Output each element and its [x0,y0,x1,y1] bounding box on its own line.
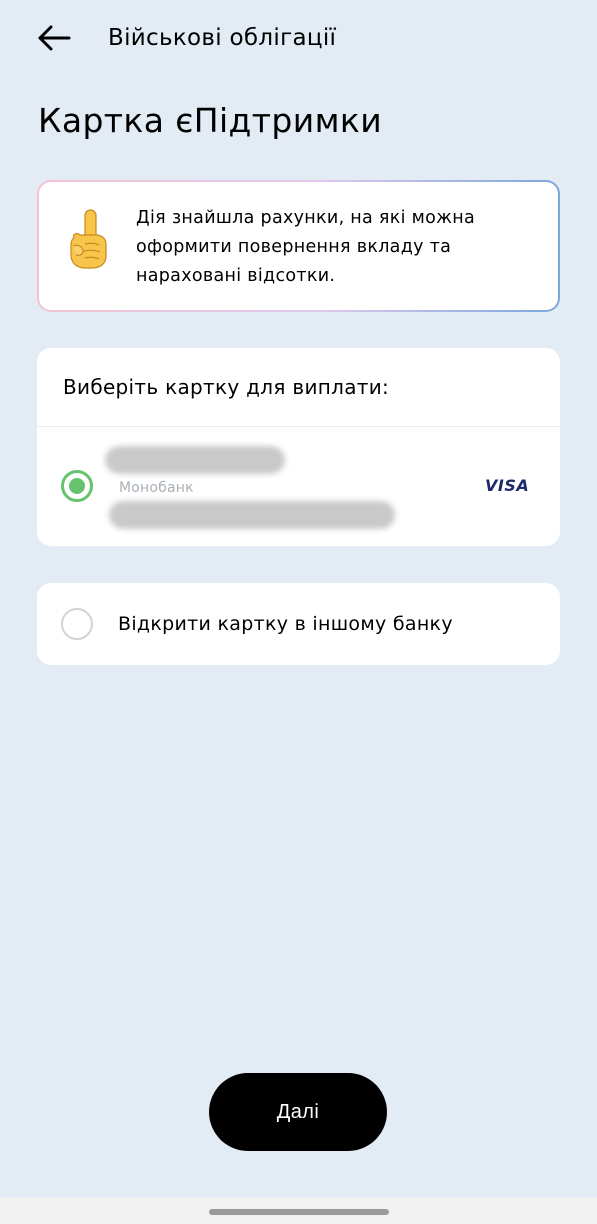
next-button[interactable]: Далі [209,1073,387,1151]
info-notice: Дія знайшла рахунки, на які можна оформи… [37,180,560,312]
card-option-monobank[interactable]: Монобанк VISA [37,428,560,546]
info-notice-text: Дія знайшла рахунки, на які можна оформи… [136,208,475,286]
page-title: Картка єПідтримки [38,101,383,140]
bank-name: Монобанк [119,480,194,496]
arrow-left-icon [38,25,71,51]
radio-unselected[interactable] [61,608,93,640]
redacted-card-holder [105,446,285,474]
system-nav-bar [0,1198,597,1224]
card-select-panel: Виберіть картку для виплати: Монобанк VI… [37,348,560,546]
radio-selected[interactable] [61,470,93,502]
header-title: Військові облігації [108,25,337,51]
pointing-up-hand-icon [70,209,107,269]
back-button[interactable] [30,18,78,58]
card-select-heading: Виберіть картку для виплати: [63,375,390,399]
other-bank-label: Відкрити картку в іншому банку [118,613,453,635]
divider [37,426,560,427]
visa-logo: VISA [485,476,530,495]
app-header: Військові облігації [0,0,597,78]
redacted-card-number [109,501,395,529]
other-bank-option[interactable]: Відкрити картку в іншому банку [37,583,560,665]
home-indicator[interactable] [209,1209,389,1215]
info-notice-body: Дія знайшла рахунки, на які можна оформи… [39,182,558,310]
